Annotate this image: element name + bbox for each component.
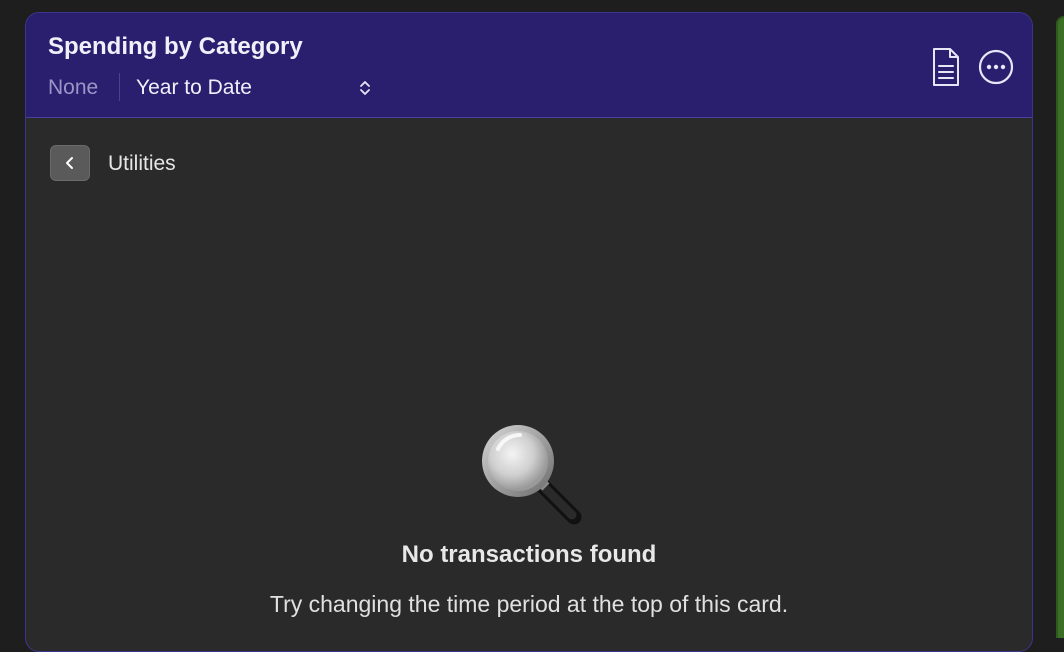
empty-state-title: No transactions found: [401, 541, 657, 568]
empty-state-subtitle: Try changing the time period at the top …: [269, 591, 789, 617]
magnifying-glass-icon: [482, 425, 582, 525]
back-button[interactable]: [50, 145, 90, 181]
more-options-button[interactable]: [976, 45, 1016, 89]
breadcrumb-category: Utilities: [108, 152, 176, 175]
chevron-left-icon: [66, 157, 73, 169]
card-title: Spending by Category: [48, 33, 303, 60]
time-period-select[interactable]: Year to Date: [136, 71, 370, 105]
adjacent-card-edge-inner: [1058, 18, 1064, 638]
report-button[interactable]: [926, 45, 966, 89]
ellipsis-circle-icon: [978, 49, 1014, 85]
document-icon: [933, 48, 959, 86]
card-header: Spending by Category None Year to Date: [26, 13, 1032, 118]
chevron-up-down-icon: [360, 81, 370, 95]
spending-card: Spending by Category None Year to Date U…: [25, 12, 1033, 652]
time-period-value: Year to Date: [136, 76, 252, 99]
filter-none-label[interactable]: None: [48, 76, 98, 100]
filter-divider: [119, 73, 120, 101]
